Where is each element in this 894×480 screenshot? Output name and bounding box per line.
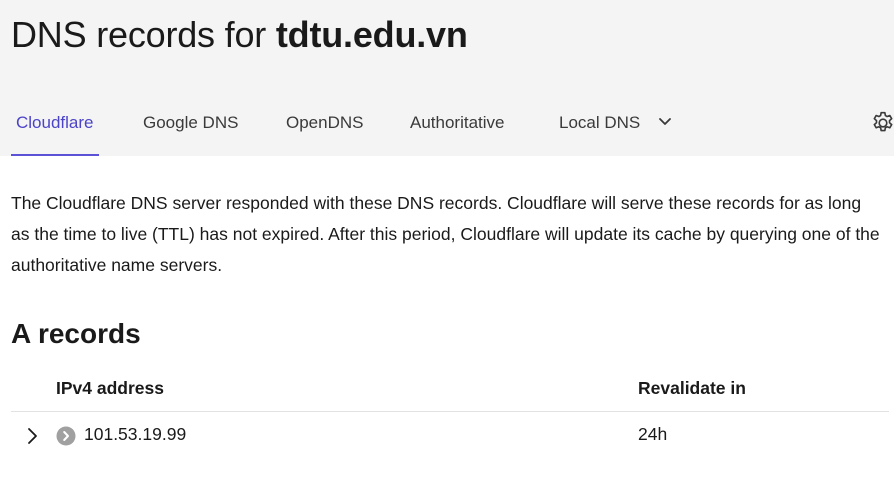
status-icon	[56, 426, 76, 446]
tab-label: Authoritative	[410, 113, 505, 132]
tab-authoritative[interactable]: Authoritative	[410, 100, 505, 156]
column-header-revalidate: Revalidate in	[638, 378, 746, 398]
revalidate-value: 24h	[638, 424, 668, 444]
page-header: DNS records for tdtu.edu.vn Cloudflare G…	[0, 0, 894, 156]
chevron-right-icon[interactable]	[25, 426, 41, 446]
tab-label: OpenDNS	[286, 113, 364, 132]
tab-label: Cloudflare	[16, 113, 94, 132]
ipv4-address: 101.53.19.99	[84, 424, 187, 444]
tab-local-dns[interactable]: Local DNS	[559, 100, 671, 156]
resolver-description: The Cloudflare DNS server responded with…	[11, 193, 880, 275]
gear-icon[interactable]	[870, 110, 894, 136]
tab-label: Local DNS	[559, 113, 641, 132]
a-records-title: A records	[11, 318, 141, 349]
tab-label: Google DNS	[143, 113, 239, 132]
tab-opendns[interactable]: OpenDNS	[286, 100, 363, 156]
resolver-tabs: Cloudflare Google DNS OpenDNS Authoritat…	[0, 100, 894, 156]
a-records-table-header: IPv4 address Revalidate in	[11, 370, 889, 412]
column-header-ipv4: IPv4 address	[56, 378, 164, 398]
page-title: DNS records for tdtu.edu.vn	[11, 14, 468, 56]
domain-name: tdtu.edu.vn	[275, 14, 468, 55]
chevron-down-icon	[659, 111, 671, 131]
table-row[interactable]: 101.53.19.99 24h	[11, 412, 889, 458]
tab-cloudflare[interactable]: Cloudflare	[11, 100, 98, 156]
tab-google-dns[interactable]: Google DNS	[143, 100, 238, 156]
page-title-prefix: DNS records for	[11, 14, 267, 55]
